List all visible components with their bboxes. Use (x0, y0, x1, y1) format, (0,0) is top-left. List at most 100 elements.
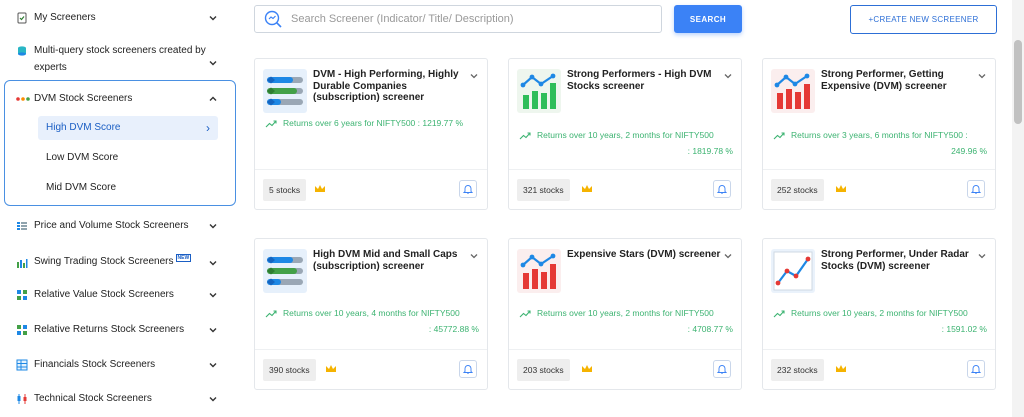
sidebar-item-label: Technical Stock Screeners (34, 393, 152, 404)
chevron-down-icon[interactable] (208, 13, 218, 23)
search-input[interactable] (291, 13, 651, 25)
bell-alert-button[interactable] (967, 360, 985, 378)
returns-label: Returns over 10 years, 4 months for NIFT… (283, 308, 460, 318)
search-button[interactable]: SEARCH (674, 5, 742, 33)
returns-text: Returns over 10 years, 2 months for NIFT… (519, 305, 733, 337)
sidebar-sub-item-label: Low DVM Score (46, 152, 119, 163)
sidebar-sub-item-mid-dvm[interactable]: Mid DVM Score (38, 176, 218, 200)
database-icon (16, 45, 28, 57)
stocks-count: 390 stocks (263, 359, 316, 381)
sidebar-item-financials[interactable]: Financials Stock Screeners (16, 357, 224, 373)
sidebar-item-multi-query[interactable]: Multi-query stock screeners created by e… (16, 42, 224, 76)
bell-alert-button[interactable] (713, 180, 731, 198)
card-title[interactable]: DVM - High Performing, Highly Durable Co… (313, 69, 469, 104)
returns-text: Returns over 6 years for NIFTY500 : 1219… (265, 115, 479, 131)
screener-card[interactable]: DVM - High Performing, Highly Durable Co… (254, 58, 488, 210)
scrollbar-thumb[interactable] (1014, 40, 1022, 124)
returns-label: Returns over 10 years, 2 months for NIFT… (791, 308, 968, 318)
chevron-down-icon[interactable] (208, 325, 218, 335)
sidebar-item-label: My Screeners (34, 12, 96, 23)
returns-value: : 4708.77 % (687, 324, 733, 334)
chevron-down-icon[interactable] (723, 251, 733, 261)
card-footer: 232 stocks (763, 349, 995, 389)
crown-icon (835, 364, 847, 373)
sidebar-item-my-screeners[interactable]: My Screeners (16, 10, 224, 26)
trend-up-icon (519, 132, 531, 140)
returns-value: 1219.77 % (422, 118, 464, 128)
returns-value: : 1819.78 % (687, 146, 733, 156)
sidebar-item-swing-trading[interactable]: Swing Trading Stock Screeners NEW (16, 254, 224, 271)
sidebar-sub-item-high-dvm[interactable]: High DVM Score › (38, 116, 218, 140)
sidebar-sub-item-label: High DVM Score (46, 122, 121, 133)
bell-icon (463, 185, 473, 194)
card-footer: 390 stocks (255, 349, 487, 389)
crown-icon (581, 184, 593, 193)
stocks-count: 203 stocks (517, 359, 570, 381)
dvm-dots-icon (16, 93, 30, 105)
sidebar-item-relative-value[interactable]: Relative Value Stock Screeners (16, 287, 224, 303)
bell-icon (971, 365, 981, 374)
returns-text: Returns over 3 years, 6 months for NIFTY… (773, 127, 987, 159)
returns-label: Returns over 10 years, 2 months for NIFT… (537, 308, 714, 318)
sidebar-item-dvm[interactable]: DVM Stock Screeners (16, 91, 224, 107)
sidebar-item-technical[interactable]: Technical Stock Screeners (16, 391, 224, 407)
bell-icon (971, 185, 981, 194)
returns-label: Returns over 6 years for NIFTY500 : (283, 118, 420, 128)
grid-icon (16, 324, 28, 336)
bell-icon (717, 185, 727, 194)
chevron-down-icon[interactable] (977, 71, 987, 81)
search-box[interactable] (254, 5, 662, 33)
sidebar-item-label: DVM Stock Screeners (34, 93, 133, 104)
returns-value: : 45772.88 % (428, 324, 479, 334)
bell-alert-button[interactable] (459, 180, 477, 198)
sidebar-item-relative-returns[interactable]: Relative Returns Stock Screeners (16, 322, 224, 338)
sidebar-item-price-volume[interactable]: Price and Volume Stock Screeners (16, 218, 224, 234)
screener-card[interactable]: Strong Performer, Under Radar Stocks (DV… (762, 238, 996, 390)
chevron-down-icon[interactable] (208, 258, 218, 268)
vertical-scrollbar[interactable] (1012, 0, 1024, 417)
green-bar-chart-thumbnail-icon (517, 69, 561, 113)
sidebar-item-label: Relative Returns Stock Screeners (34, 324, 185, 335)
chevron-down-icon[interactable] (208, 290, 218, 300)
bell-icon (717, 365, 727, 374)
screener-card[interactable]: Expensive Stars (DVM) screener Returns o… (508, 238, 742, 390)
bell-alert-button[interactable] (459, 360, 477, 378)
card-footer: 5 stocks (255, 169, 487, 209)
chevron-down-icon[interactable] (977, 251, 987, 261)
screener-card[interactable]: Strong Performers - High DVM Stocks scre… (508, 58, 742, 210)
returns-value: : 1591.02 % (941, 324, 987, 334)
card-title[interactable]: Strong Performers - High DVM Stocks scre… (567, 69, 723, 92)
card-title[interactable]: Expensive Stars (DVM) screener (567, 249, 723, 261)
chevron-down-icon[interactable] (208, 360, 218, 370)
card-title[interactable]: Strong Performer, Getting Expensive (DVM… (821, 69, 977, 92)
sidebar-item-label: Relative Value Stock Screeners (34, 289, 174, 300)
chevron-down-icon[interactable] (469, 251, 479, 261)
bell-alert-button[interactable] (713, 360, 731, 378)
trend-up-icon (265, 120, 277, 128)
trend-up-icon (773, 132, 785, 140)
screener-card[interactable]: High DVM Mid and Small Caps (subscriptio… (254, 238, 488, 390)
screener-card[interactable]: Strong Performer, Getting Expensive (DVM… (762, 58, 996, 210)
create-new-screener-button[interactable]: +CREATE NEW SCREENER (850, 5, 997, 34)
card-footer: 203 stocks (509, 349, 741, 389)
candlestick-icon (16, 393, 28, 405)
bell-icon (463, 365, 473, 374)
returns-label: Returns over 3 years, 6 months for NIFTY… (791, 130, 968, 140)
chevron-down-icon[interactable] (469, 71, 479, 81)
card-title[interactable]: High DVM Mid and Small Caps (subscriptio… (313, 249, 469, 272)
card-title[interactable]: Strong Performer, Under Radar Stocks (DV… (821, 249, 977, 272)
card-footer: 321 stocks (509, 169, 741, 209)
sidebar-sub-item-low-dvm[interactable]: Low DVM Score (38, 146, 218, 170)
chevron-down-icon[interactable] (208, 394, 218, 404)
sidebar-item-label: Swing Trading Stock Screeners NEW (34, 254, 192, 267)
stocks-count: 321 stocks (517, 179, 570, 201)
chevron-down-icon[interactable] (208, 221, 218, 231)
crown-icon (581, 364, 593, 373)
chevron-down-icon[interactable] (208, 58, 218, 68)
chevron-up-icon[interactable] (208, 94, 218, 104)
red-bar-chart-thumbnail-icon (771, 69, 815, 113)
chevron-down-icon[interactable] (723, 71, 733, 81)
red-bar-chart-thumbnail-icon (517, 249, 561, 293)
bell-alert-button[interactable] (967, 180, 985, 198)
slider-thumbnail-icon (263, 249, 307, 293)
